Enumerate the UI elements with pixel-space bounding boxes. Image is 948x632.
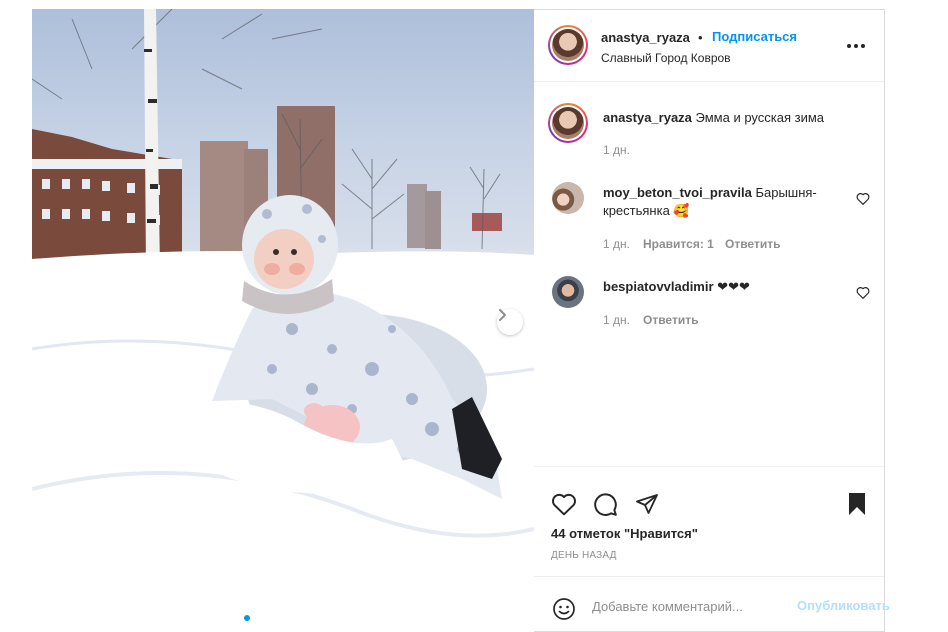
commenter-avatar[interactable] <box>552 182 584 214</box>
separator-dot: • <box>698 30 703 45</box>
comment-username[interactable]: moy_beton_tvoi_pravila <box>603 185 752 200</box>
comment-input[interactable] <box>592 596 797 616</box>
add-comment-bar: Опубликовать <box>534 576 890 632</box>
next-arrow-icon <box>499 309 506 321</box>
comment-body: moy_beton_tvoi_pravila Барышня-крестьянк… <box>603 184 848 220</box>
comment-like-heart-icon[interactable] <box>856 286 870 299</box>
carousel-indicator <box>244 615 320 621</box>
comment-time[interactable]: 1 дн. <box>603 237 630 251</box>
post-photo[interactable] <box>32 9 534 632</box>
follow-button[interactable]: Подписаться <box>712 29 797 44</box>
share-icon[interactable] <box>635 492 659 516</box>
carousel-dot <box>314 615 320 621</box>
comment-body: bespiatovvladimir ❤❤❤ <box>603 278 848 296</box>
instagram-post-view: anastya_ryaza • Подписаться Славный Горо… <box>0 0 948 632</box>
next-photo-button[interactable] <box>497 309 523 335</box>
comment-text: ❤❤❤ <box>717 279 750 294</box>
photo-illustration <box>32 9 534 632</box>
reply-button[interactable]: Ответить <box>643 313 698 327</box>
carousel-dot <box>304 615 310 621</box>
post-header: anastya_ryaza • Подписаться Славный Горо… <box>534 10 884 82</box>
post-date[interactable]: ДЕНЬ НАЗАД <box>551 550 617 561</box>
author-avatar[interactable] <box>548 25 588 65</box>
comment-time[interactable]: 1 дн. <box>603 313 630 327</box>
caption-time[interactable]: 1 дн. <box>603 143 630 157</box>
post-actions: 44 отметок "Нравится" ДЕНЬ НАЗАД <box>534 466 884 576</box>
more-options-icon[interactable] <box>847 44 865 48</box>
carousel-dot <box>294 615 300 621</box>
comment-likes-count[interactable]: Нравится: 1 <box>643 237 714 251</box>
carousel-dot <box>274 615 280 621</box>
post-location[interactable]: Славный Город Ковров <box>601 51 731 65</box>
publish-button[interactable]: Опубликовать <box>797 598 890 613</box>
reply-button[interactable]: Ответить <box>725 237 780 251</box>
caption-author-avatar[interactable] <box>548 103 588 143</box>
emoji-icon[interactable] <box>552 597 576 621</box>
save-bookmark-icon[interactable] <box>847 492 867 516</box>
comments-list: anastya_ryaza Эмма и русская зима 1 дн. … <box>534 82 884 466</box>
comment-like-heart-icon[interactable] <box>856 192 870 205</box>
caption-username[interactable]: anastya_ryaza <box>603 110 692 125</box>
post-details-panel: anastya_ryaza • Подписаться Славный Горо… <box>534 9 890 632</box>
comment-icon[interactable] <box>592 491 618 517</box>
caption: anastya_ryaza Эмма и русская зима <box>603 109 863 127</box>
carousel-dot <box>244 615 250 621</box>
carousel-dot <box>254 615 260 621</box>
author-username[interactable]: anastya_ryaza <box>601 30 690 45</box>
carousel-dot <box>264 615 270 621</box>
carousel-dot <box>284 615 290 621</box>
heart-icon[interactable] <box>551 492 577 516</box>
commenter-avatar[interactable] <box>552 276 584 308</box>
comment-username[interactable]: bespiatovvladimir <box>603 279 714 294</box>
likes-count[interactable]: 44 отметок "Нравится" <box>551 526 698 541</box>
caption-text: Эмма и русская зима <box>695 110 825 125</box>
